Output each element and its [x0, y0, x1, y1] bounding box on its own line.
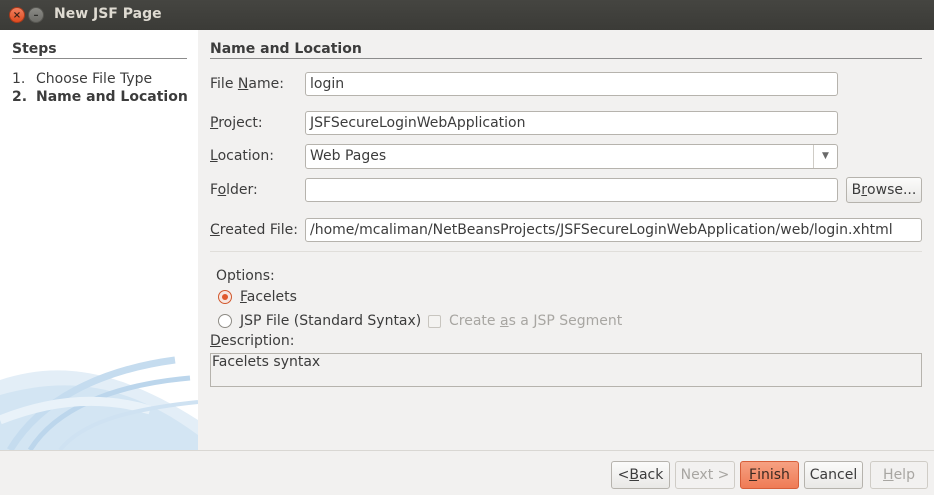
- main-panel: Name and Location File Name: login Proje…: [198, 30, 934, 450]
- facelets-label[interactable]: Facelets: [240, 289, 297, 305]
- jsp-file-radio[interactable]: [218, 314, 232, 328]
- step-name-and-location: 2. Name and Location: [12, 89, 188, 105]
- title-bar: × – New JSF Page: [0, 0, 934, 30]
- jsp-segment-label: Create as a JSP Segment: [449, 313, 623, 329]
- description-label: Description:: [210, 333, 295, 349]
- jsp-segment-checkbox[interactable]: [428, 315, 441, 328]
- project-field: JSFSecureLoginWebApplication: [305, 111, 838, 135]
- cancel-button[interactable]: Cancel: [804, 461, 863, 489]
- step-label: Name and Location: [36, 89, 188, 105]
- steps-panel: Steps 1. Choose File Type 2. Name and Loca…: [0, 30, 198, 450]
- chevron-down-icon[interactable]: ▼: [813, 145, 837, 168]
- folder-input[interactable]: [305, 178, 838, 202]
- step-choose-file-type: 1. Choose File Type: [12, 71, 152, 87]
- step-number: 1.: [12, 71, 26, 87]
- steps-title: Steps: [12, 41, 57, 57]
- minimize-window-button[interactable]: –: [28, 7, 44, 23]
- jsp-file-label[interactable]: JSP File (Standard Syntax): [240, 313, 421, 329]
- file-name-label: File Name:: [210, 76, 284, 92]
- location-value: Web Pages: [310, 148, 387, 164]
- facelets-radio[interactable]: [218, 290, 232, 304]
- project-label: Project:: [210, 115, 263, 131]
- file-name-input[interactable]: login: [305, 72, 838, 96]
- step-label: Choose File Type: [36, 71, 153, 87]
- window-title: New JSF Page: [54, 6, 162, 22]
- next-button[interactable]: Next >: [675, 461, 735, 489]
- back-button[interactable]: < Back: [611, 461, 670, 489]
- created-file-label: Created File:: [210, 222, 299, 238]
- netbeans-swoosh-graphic: [0, 356, 198, 450]
- options-label: Options:: [216, 268, 275, 284]
- options-divider: [210, 251, 922, 252]
- close-icon: ×: [12, 9, 22, 21]
- finish-button[interactable]: Finish: [740, 461, 799, 489]
- help-button[interactable]: Help: [870, 461, 928, 489]
- created-file-field: /home/mcaliman/NetBeansProjects/JSFSecur…: [305, 218, 922, 242]
- browse-button[interactable]: Br owse...: [846, 177, 922, 203]
- close-window-button[interactable]: ×: [9, 7, 25, 23]
- location-select[interactable]: Web Pages ▼: [305, 144, 838, 169]
- section-title: Name and Location: [210, 41, 362, 57]
- step-number: 2.: [12, 89, 28, 105]
- location-label: Location:: [210, 148, 274, 164]
- description-box: Facelets syntax: [210, 353, 922, 387]
- minimize-icon: –: [33, 9, 39, 21]
- folder-label: Folder:: [210, 182, 258, 198]
- steps-divider: [12, 58, 187, 59]
- button-bar: < Back Next > Finish Cancel Help: [0, 451, 934, 495]
- section-divider: [210, 58, 922, 59]
